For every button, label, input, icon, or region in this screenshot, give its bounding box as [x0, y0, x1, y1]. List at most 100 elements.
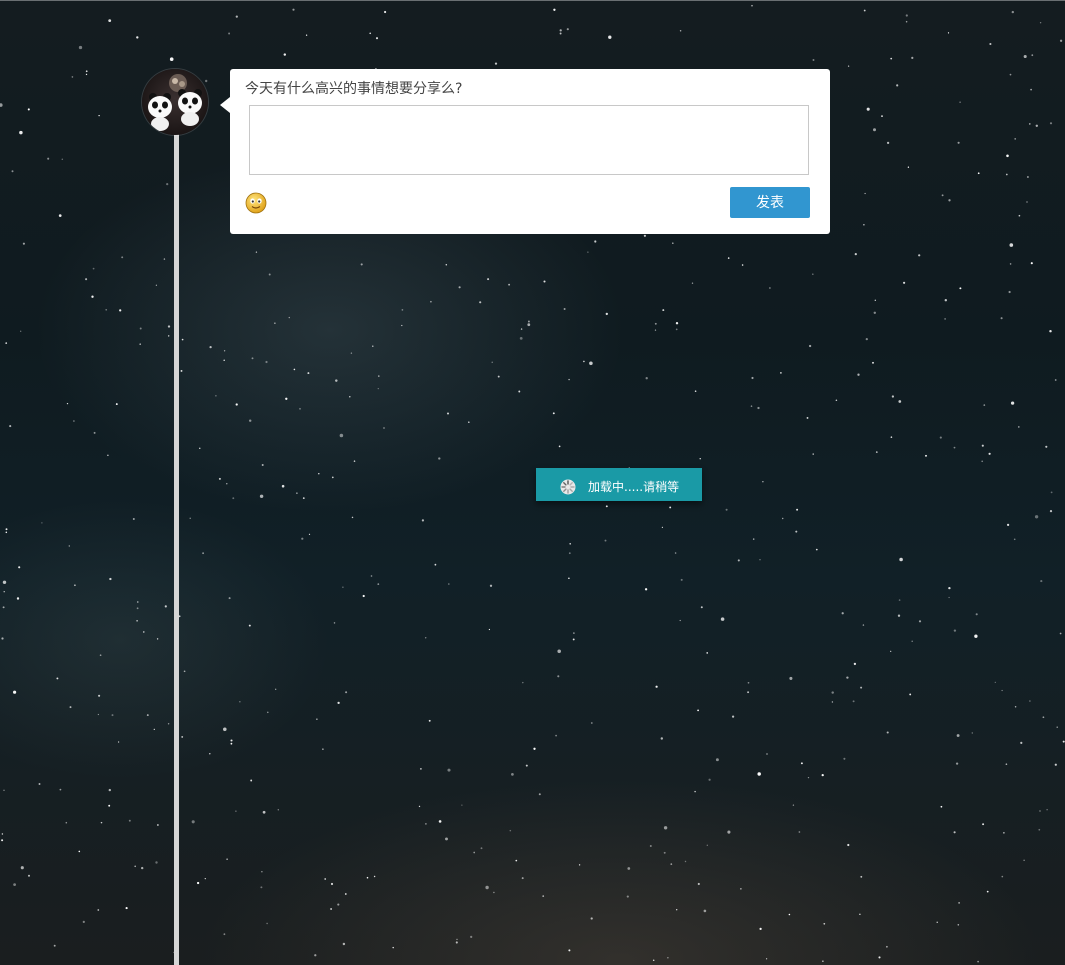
star [199, 447, 201, 449]
star [445, 837, 448, 841]
star [694, 390, 697, 392]
star [480, 847, 483, 850]
star [488, 628, 491, 631]
star [697, 709, 699, 712]
star [228, 32, 231, 35]
star [751, 376, 754, 380]
star [522, 681, 524, 684]
star [847, 65, 850, 67]
star [663, 851, 666, 854]
star [16, 597, 20, 600]
star [661, 526, 664, 529]
star [747, 681, 750, 684]
star [626, 895, 629, 898]
star [752, 538, 755, 540]
star [157, 824, 159, 826]
star [907, 166, 910, 168]
star [445, 264, 448, 266]
star [525, 764, 528, 767]
star [853, 662, 857, 666]
star [909, 693, 912, 696]
star [98, 114, 100, 117]
star [446, 412, 450, 415]
star [468, 421, 470, 424]
star [93, 431, 96, 434]
star [941, 194, 944, 197]
star [1054, 763, 1057, 766]
star [181, 735, 184, 738]
star [401, 324, 403, 327]
star [424, 637, 427, 639]
star [789, 676, 793, 680]
star [71, 76, 74, 78]
star [121, 256, 124, 259]
star [644, 588, 648, 591]
star [741, 264, 744, 266]
star [944, 299, 947, 302]
star [235, 403, 238, 406]
star [643, 234, 647, 237]
smiley-face-icon[interactable] [245, 192, 267, 214]
star [56, 677, 59, 680]
star [100, 821, 103, 824]
star [815, 548, 818, 551]
star [322, 748, 324, 750]
star [73, 420, 75, 422]
star [897, 614, 901, 617]
star [27, 108, 30, 111]
star [955, 762, 959, 765]
star [136, 607, 139, 610]
star [68, 545, 71, 547]
star [594, 240, 597, 243]
star [181, 338, 184, 341]
star [859, 913, 861, 916]
star [890, 650, 892, 652]
star [285, 397, 288, 400]
star [953, 831, 956, 834]
star [485, 885, 489, 890]
star [800, 762, 803, 765]
star [841, 612, 844, 615]
star [762, 481, 764, 483]
star [936, 921, 938, 923]
star [283, 53, 286, 56]
star [781, 517, 784, 520]
star [166, 182, 169, 186]
star [675, 328, 678, 331]
star [568, 378, 570, 381]
star [740, 888, 742, 890]
star [886, 731, 889, 734]
user-avatar[interactable] [142, 69, 208, 135]
star [1029, 700, 1031, 702]
star [274, 322, 276, 324]
star [1046, 809, 1048, 811]
submit-post-button[interactable]: 发表 [730, 187, 810, 218]
star [266, 922, 268, 925]
star [731, 715, 735, 718]
star [281, 484, 285, 488]
star [568, 552, 571, 555]
star [553, 8, 556, 11]
star [5, 528, 8, 531]
star [85, 278, 88, 281]
star [737, 559, 740, 562]
star [684, 860, 687, 863]
star [520, 328, 523, 330]
post-textarea[interactable] [249, 105, 809, 175]
star [218, 477, 221, 480]
star [13, 690, 17, 694]
star [337, 701, 340, 705]
star [1009, 263, 1012, 265]
star [155, 861, 158, 864]
star [324, 878, 327, 880]
star [807, 776, 810, 779]
star [862, 624, 865, 626]
star [751, 4, 753, 7]
star [360, 263, 363, 266]
star [163, 258, 166, 260]
star [822, 960, 824, 962]
star [823, 922, 826, 925]
star [117, 741, 120, 743]
star [438, 457, 441, 460]
star [988, 452, 991, 455]
